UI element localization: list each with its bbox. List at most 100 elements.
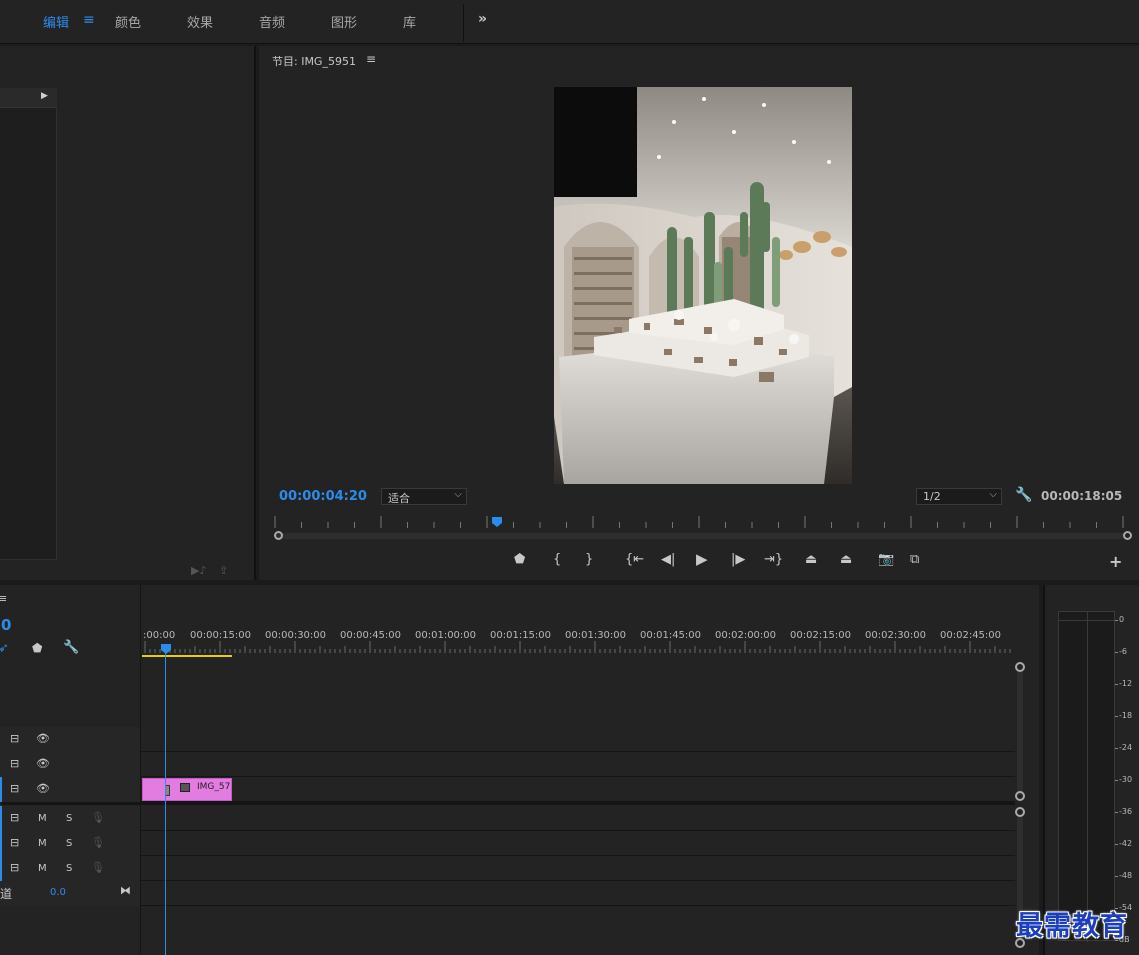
solo-button[interactable]: S xyxy=(66,863,72,874)
hamburger-icon[interactable]: ≡ xyxy=(366,52,376,66)
camera-icon[interactable]: 📷 xyxy=(878,552,894,567)
bowtie-icon[interactable]: ⧓ xyxy=(120,884,131,897)
hamburger-icon[interactable]: ≡ xyxy=(83,12,95,28)
extract-icon[interactable]: ⏏ xyxy=(840,552,852,567)
scroll-handle-right[interactable] xyxy=(1123,531,1132,540)
scroll-handle-left[interactable] xyxy=(274,531,283,540)
mute-button[interactable]: M xyxy=(38,838,47,849)
scroll-handle-top[interactable] xyxy=(1015,807,1025,817)
film-icon[interactable]: ⊟ xyxy=(10,811,19,824)
workspace-bar: 编辑 ≡ 颜色 效果 音频 图形 库 » xyxy=(0,0,1139,44)
ruler-label: 00:02:30:00 xyxy=(865,630,927,641)
panel-content-area xyxy=(0,88,57,560)
video-track-v3: ⊟ 👁 xyxy=(0,727,1015,752)
tab-edit[interactable]: 编辑 xyxy=(43,12,69,31)
zoom-scroll-bar[interactable] xyxy=(275,533,1125,539)
track-selected-edge xyxy=(0,831,2,856)
db-label: -6 xyxy=(1119,647,1127,656)
program-ruler[interactable] xyxy=(271,516,1129,530)
step-forward-icon[interactable]: |▶ xyxy=(731,552,745,567)
mute-button[interactable]: M xyxy=(38,813,47,824)
current-timecode[interactable]: 00:00:04:20 xyxy=(279,489,367,504)
add-marker-icon[interactable]: ⬟ xyxy=(32,641,42,655)
work-area-bar[interactable] xyxy=(142,655,232,657)
eye-icon[interactable]: 👁 xyxy=(36,782,50,795)
solo-button[interactable]: S xyxy=(66,813,72,824)
export-icon[interactable]: ⇪ xyxy=(219,564,228,577)
go-to-out-icon[interactable]: ⇥} xyxy=(764,552,783,567)
ruler-label: 00:01:00:00 xyxy=(415,630,477,641)
timeline-ruler[interactable]: :00:00 00:00:15:00 00:00:30:00 00:00:45:… xyxy=(141,615,1015,655)
tab-libraries[interactable]: 库 xyxy=(403,12,416,31)
db-label: -30 xyxy=(1119,775,1133,784)
panel-header xyxy=(0,88,57,108)
hamburger-icon[interactable]: ≡ xyxy=(0,592,7,605)
solo-button[interactable]: S xyxy=(66,838,72,849)
film-icon[interactable]: ⊟ xyxy=(10,836,19,849)
db-tick xyxy=(1115,844,1118,845)
scroll-handle-bottom[interactable] xyxy=(1015,791,1025,801)
wrench-icon[interactable]: 🔧 xyxy=(63,640,79,655)
mark-out-icon[interactable]: } xyxy=(585,552,593,567)
lift-icon[interactable]: ⏏ xyxy=(805,552,817,567)
eye-icon[interactable]: 👁 xyxy=(36,757,50,770)
zoom-value: 适合 xyxy=(388,492,410,505)
program-monitor: 节目: IMG_5951 ≡ 00:00:04:20 适合 ⌵ 1/2 ⌵ 🔧 … xyxy=(259,46,1139,580)
track-selected-edge xyxy=(0,856,2,881)
track-header: ⊟ 👁 xyxy=(0,777,141,802)
tab-effects[interactable]: 效果 xyxy=(187,12,213,31)
chevron-down-icon: ⌵ xyxy=(454,489,462,500)
mute-button[interactable]: M xyxy=(38,863,47,874)
scroll-handle-top[interactable] xyxy=(1015,662,1025,672)
go-to-in-icon[interactable]: {⇤ xyxy=(625,552,644,567)
film-icon[interactable]: ⊟ xyxy=(10,782,19,795)
audio-track-a1: ⊟ M S 🎙 xyxy=(0,806,1015,831)
mark-in-icon[interactable]: { xyxy=(553,552,561,567)
audio-meter-panel: 0 -6 -12 -18 -24 -30 -36 -42 -48 -54 dB xyxy=(1043,585,1139,955)
add-marker-icon[interactable]: ⬟ xyxy=(514,552,525,567)
step-back-icon[interactable]: ◀| xyxy=(661,552,675,567)
track-header: ⊟ 👁 xyxy=(0,752,141,777)
tab-audio[interactable]: 音频 xyxy=(259,12,285,31)
ruler-label: 00:02:15:00 xyxy=(790,630,852,641)
ruler-label: 00:02:45:00 xyxy=(940,630,1002,641)
play-triangle-icon[interactable]: ▶ xyxy=(41,91,48,101)
eye-icon[interactable]: 👁 xyxy=(36,732,50,745)
double-chevron-right-icon[interactable]: » xyxy=(478,11,487,27)
film-icon[interactable]: ⊟ xyxy=(10,757,19,770)
add-button-icon[interactable]: + xyxy=(1109,552,1122,571)
resolution-value: 1/2 xyxy=(923,490,941,503)
timeline-timecode[interactable]: 0 xyxy=(1,616,11,634)
insert-audio-icon[interactable]: ▶♪ xyxy=(191,564,206,577)
master-volume[interactable]: 0.0 xyxy=(50,887,66,898)
video-vscroll[interactable] xyxy=(1017,670,1023,795)
film-icon[interactable]: ⊟ xyxy=(10,861,19,874)
db-tick xyxy=(1115,716,1118,717)
tab-color[interactable]: 颜色 xyxy=(115,12,141,31)
chevron-down-icon: ⌵ xyxy=(989,489,997,500)
wrench-icon[interactable]: 🔧 xyxy=(1015,487,1032,503)
db-label: -12 xyxy=(1119,679,1133,688)
db-tick xyxy=(1115,684,1118,685)
mic-icon[interactable]: 🎙 xyxy=(91,861,105,874)
resolution-dropdown[interactable]: 1/2 ⌵ xyxy=(916,488,1002,505)
clip-name: IMG_57 xyxy=(197,782,231,792)
film-icon[interactable]: ⊟ xyxy=(10,732,19,745)
compare-view-icon[interactable]: ⧉ xyxy=(910,552,919,567)
ruler-label: :00:00 xyxy=(143,630,176,641)
mic-icon[interactable]: 🎙 xyxy=(91,836,105,849)
zoom-dropdown[interactable]: 适合 ⌵ xyxy=(381,488,467,505)
db-tick xyxy=(1115,780,1118,781)
play-icon[interactable]: ▶ xyxy=(696,550,708,568)
snap-icon[interactable]: ➶ xyxy=(0,641,9,656)
audio-track-a3: ⊟ M S 🎙 xyxy=(0,856,1015,881)
db-tick xyxy=(1115,876,1118,877)
db-tick xyxy=(1115,812,1118,813)
db-label: -18 xyxy=(1119,711,1133,720)
video-frame xyxy=(554,87,852,484)
video-clip[interactable]: IMG_57 xyxy=(142,778,232,801)
meter-divider xyxy=(1087,612,1088,942)
audio-track-a2: ⊟ M S 🎙 xyxy=(0,831,1015,856)
mic-icon[interactable]: 🎙 xyxy=(91,811,105,824)
tab-graphics[interactable]: 图形 xyxy=(331,12,357,31)
